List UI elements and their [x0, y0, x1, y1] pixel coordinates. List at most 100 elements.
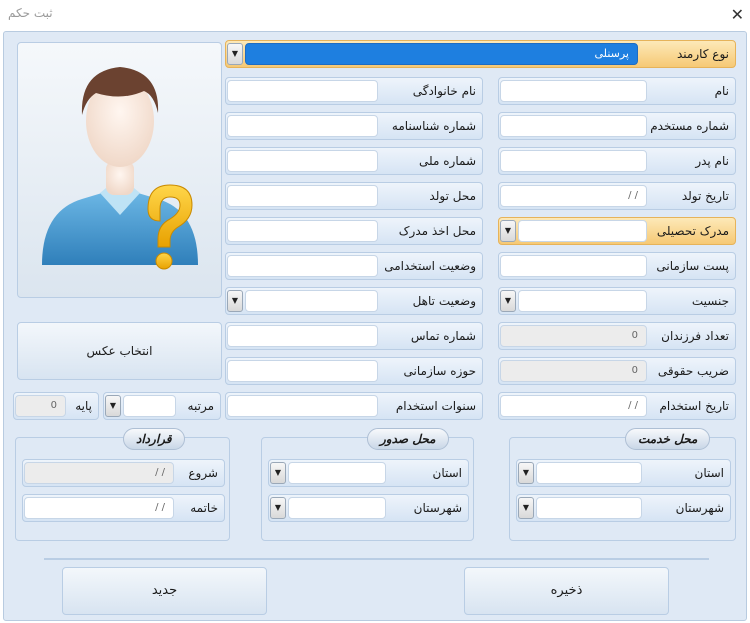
employment-status-field[interactable]	[227, 255, 378, 277]
chevron-down-icon[interactable]: ▼	[518, 462, 534, 484]
father-name-field[interactable]	[500, 150, 647, 172]
chevron-down-icon[interactable]: ▼	[500, 220, 516, 242]
national-id-row: شماره ملی	[225, 147, 483, 175]
chevron-down-icon[interactable]: ▼	[500, 290, 516, 312]
service-city-row: شهرستان ▼	[516, 494, 731, 522]
employee-number-field[interactable]	[500, 115, 647, 137]
last-name-field[interactable]	[227, 80, 378, 102]
service-place-group: محل خدمت استان ▼ شهرستان ▼	[509, 428, 736, 541]
grade-field[interactable]: 0	[15, 395, 66, 417]
employee-number-label: شماره مستخدم	[650, 119, 729, 133]
children-label: تعداد فرزندان	[661, 329, 729, 343]
chevron-down-icon[interactable]: ▼	[270, 497, 286, 519]
contract-group: قرارداد شروع / / خاتمه / /	[15, 428, 230, 541]
service-province-row: استان ▼	[516, 459, 731, 487]
employment-status-row: وضعیت استخدامی	[225, 252, 483, 280]
contract-start-row: شروع / /	[22, 459, 225, 487]
employee-type-label: نوع کارمند	[676, 47, 729, 61]
education-select[interactable]	[518, 220, 647, 242]
phone-label: شماره تماس	[410, 329, 476, 343]
marital-status-label: وضعیت تاهل	[412, 294, 476, 308]
first-name-field[interactable]	[500, 80, 647, 102]
phone-field[interactable]	[227, 325, 378, 347]
issue-city-select[interactable]	[288, 497, 386, 519]
birth-date-field[interactable]: / /	[500, 185, 647, 207]
issue-place-title: محل صدور	[367, 428, 449, 450]
first-name-row: نام	[498, 77, 736, 105]
gender-label: جنسیت	[691, 294, 729, 308]
org-post-row: پست سازمانی	[498, 252, 736, 280]
org-area-field[interactable]	[227, 360, 378, 382]
rank-select[interactable]	[123, 395, 176, 417]
contract-end-label: خاتمه	[190, 501, 218, 515]
gender-select[interactable]	[518, 290, 647, 312]
service-city-label: شهرستان	[675, 501, 724, 515]
form-frame: نوع کارمند ▼ پرسنلی نام شماره مستخدم نام…	[3, 31, 747, 621]
gender-row: جنسیت ▼	[498, 287, 736, 315]
father-name-label: نام پدر	[695, 154, 729, 168]
service-years-label: سنوات استخدام	[395, 399, 476, 413]
birth-place-field[interactable]	[227, 185, 378, 207]
phone-row: شماره تماس	[225, 322, 483, 350]
save-button[interactable]: ذخیره	[464, 567, 669, 615]
contract-end-field[interactable]: / /	[24, 497, 174, 519]
hire-date-field[interactable]: / /	[500, 395, 647, 417]
grade-label: پایه	[75, 399, 92, 413]
salary-coef-row: ضریب حقوقی 0	[498, 357, 736, 385]
id-number-row: شماره شناسنامه	[225, 112, 483, 140]
org-post-field[interactable]	[500, 255, 647, 277]
last-name-label: نام خانوادگی	[412, 84, 476, 98]
employee-type-select[interactable]: پرسنلی	[245, 43, 638, 65]
degree-place-field[interactable]	[227, 220, 378, 242]
employee-number-row: شماره مستخدم	[498, 112, 736, 140]
chevron-down-icon[interactable]: ▼	[518, 497, 534, 519]
rank-row: مرتبه ▼	[103, 392, 221, 420]
contract-start-field[interactable]: / /	[24, 462, 174, 484]
last-name-row: نام خانوادگی	[225, 77, 483, 105]
birth-place-row: محل تولد	[225, 182, 483, 210]
hire-date-label: تاریخ استخدام	[659, 399, 729, 413]
select-photo-button[interactable]: انتخاب عکس	[17, 322, 222, 380]
service-years-row: سنوات استخدام	[225, 392, 483, 420]
window-title: ثبت حکم	[8, 6, 53, 20]
org-post-label: پست سازمانی	[656, 259, 729, 273]
service-city-select[interactable]	[536, 497, 642, 519]
id-number-field[interactable]	[227, 115, 378, 137]
new-button[interactable]: جدید	[62, 567, 267, 615]
chevron-down-icon[interactable]: ▼	[105, 395, 121, 417]
hire-date-row: تاریخ استخدام / /	[498, 392, 736, 420]
national-id-field[interactable]	[227, 150, 378, 172]
close-icon[interactable]: ✕	[731, 5, 744, 24]
issue-province-select[interactable]	[288, 462, 386, 484]
service-province-select[interactable]	[536, 462, 642, 484]
marital-status-row: وضعیت تاهل ▼	[225, 287, 483, 315]
contract-start-label: شروع	[188, 466, 218, 480]
birth-place-label: محل تولد	[429, 189, 476, 203]
chevron-down-icon[interactable]: ▼	[227, 43, 243, 65]
contract-end-row: خاتمه / /	[22, 494, 225, 522]
salary-coef-field[interactable]: 0	[500, 360, 647, 382]
chevron-down-icon[interactable]: ▼	[227, 290, 243, 312]
title-bar: ثبت حکم ✕	[0, 0, 750, 30]
issue-city-row: شهرستان ▼	[268, 494, 469, 522]
marital-status-select[interactable]	[245, 290, 378, 312]
separator	[44, 558, 709, 560]
user-question-avatar-icon	[42, 67, 198, 270]
education-label: مدرک تحصیلی	[656, 224, 729, 238]
issue-city-label: شهرستان	[413, 501, 462, 515]
rank-label: مرتبه	[187, 399, 214, 413]
service-years-field[interactable]	[227, 395, 378, 417]
contract-title: قرارداد	[123, 428, 185, 450]
grade-row: پایه 0	[13, 392, 99, 420]
id-number-label: شماره شناسنامه	[391, 119, 476, 133]
org-area-label: حوزه سازمانی	[403, 364, 476, 378]
children-row: تعداد فرزندان 0	[498, 322, 736, 350]
birth-date-row: تاریخ تولد / /	[498, 182, 736, 210]
birth-date-label: تاریخ تولد	[681, 189, 729, 203]
education-row: مدرک تحصیلی ▼	[498, 217, 736, 245]
chevron-down-icon[interactable]: ▼	[270, 462, 286, 484]
degree-place-row: محل اخذ مدرک	[225, 217, 483, 245]
children-field[interactable]: 0	[500, 325, 647, 347]
national-id-label: شماره ملی	[419, 154, 476, 168]
service-place-title: محل خدمت	[625, 428, 711, 450]
